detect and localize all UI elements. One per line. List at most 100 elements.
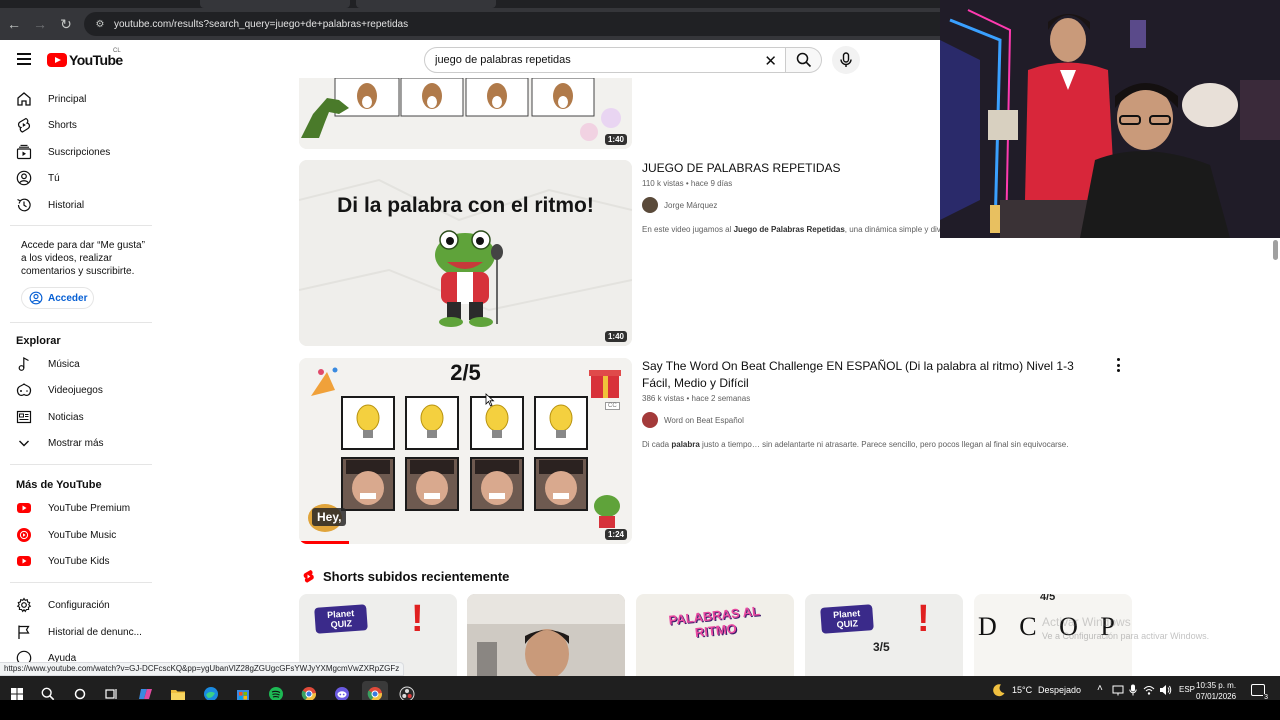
video-meta: 386 k vistas • hace 2 semanas <box>642 394 751 403</box>
scrollbar-thumb[interactable] <box>1273 240 1278 260</box>
chevron-up-icon[interactable]: ˄ <box>1097 683 1103 694</box>
signin-label: Acceder <box>48 292 88 304</box>
back-icon[interactable]: ← <box>2 12 26 36</box>
short-label: Planet QUIZ <box>820 604 874 634</box>
sidebar-item-label: Mostrar más <box>48 437 104 449</box>
notifications-icon[interactable]: 3 <box>1251 684 1269 701</box>
weather-moon-icon <box>993 684 1005 697</box>
voice-search-button[interactable] <box>832 46 860 74</box>
signin-button[interactable]: Acceder <box>21 287 94 309</box>
video-duration: 1:40 <box>604 331 627 342</box>
video-meta: 110 k vistas • hace 9 días <box>642 179 733 188</box>
video-title[interactable]: JUEGO DE PALABRAS REPETIDAS <box>642 160 922 177</box>
mouse-cursor-icon <box>485 393 495 407</box>
sidebar-item-label: YouTube Music <box>48 529 117 541</box>
sidebar-item-label: Configuración <box>48 599 110 611</box>
sidebar-item-historial[interactable]: Historial <box>16 192 152 218</box>
video-title[interactable]: Say The Word On Beat Challenge EN ESPAÑO… <box>642 358 1102 392</box>
sidebar-item-shorts[interactable]: Shorts <box>16 112 152 138</box>
video-description: En este video jugamos al Juego de Palabr… <box>642 225 961 234</box>
person-video-art <box>467 594 625 676</box>
video-thumbnail[interactable]: 2/5 Hey, CC 1:24 <box>299 358 632 544</box>
video-thumbnail[interactable]: Di la palabra con el ritmo! 1:40 <box>299 160 632 346</box>
short-thumbnail[interactable]: PALABRAS AL RITMO <box>636 594 794 676</box>
shorts-section-heading: Shorts subidos recientemente <box>302 569 509 584</box>
forward-icon[interactable]: → <box>28 12 52 36</box>
video-duration: 1:40 <box>604 134 627 145</box>
shorts-icon <box>16 117 32 133</box>
language-indicator[interactable]: ESP <box>1179 685 1195 694</box>
avatar <box>642 197 658 213</box>
sidebar-item-mostrar-mas[interactable]: Mostrar más <box>16 430 152 456</box>
signin-prompt: Accede para dar “Me gusta” a los videos,… <box>21 240 145 277</box>
video-channel[interactable]: Jorge Márquez <box>642 197 717 213</box>
video-channel[interactable]: Word on Beat Español <box>642 412 744 428</box>
search-box[interactable]: ✕ <box>424 47 786 73</box>
sidebar-item-musica[interactable]: Música <box>16 351 152 377</box>
reload-icon[interactable]: ↻ <box>54 12 78 36</box>
short-counter: 4/5 <box>1040 594 1056 603</box>
youtube-kids-icon <box>16 553 32 569</box>
youtube-logo[interactable]: YouTube CL <box>47 48 123 68</box>
short-thumbnail[interactable] <box>467 594 625 676</box>
frog-thumbnail-art <box>299 160 632 346</box>
menu-icon[interactable] <box>17 53 31 65</box>
search-input[interactable] <box>435 54 745 66</box>
search-button[interactable] <box>786 47 822 73</box>
sidebar-divider <box>10 225 152 226</box>
more-from-youtube-heading: Más de YouTube <box>16 479 102 491</box>
taskbar-clock[interactable]: 10:35 p. m. 07/01/2026 <box>1196 680 1236 702</box>
sidebar-item-tu[interactable]: Tú <box>16 165 152 191</box>
shorts-heading-text: Shorts subidos recientemente <box>323 569 510 584</box>
flag-icon <box>16 624 32 640</box>
microphone-icon <box>1129 684 1137 696</box>
gaming-icon <box>16 382 32 398</box>
subscriptions-icon <box>16 144 32 160</box>
browser-tab-active[interactable] <box>356 0 496 8</box>
sidebar-item-label: Suscripciones <box>48 146 111 158</box>
dogs-thumbnail-art <box>299 78 632 149</box>
clock-time: 10:35 p. m. <box>1196 681 1237 690</box>
youtube-music-icon <box>16 527 32 543</box>
short-thumbnail[interactable]: Planet QUIZ ! 3/5 <box>805 594 963 676</box>
logo-text: YouTube <box>69 52 123 68</box>
sidebar-item-label: Shorts <box>48 119 77 131</box>
channel-name: Word on Beat Español <box>664 415 744 425</box>
exclamation-icon: ! <box>917 598 930 640</box>
site-info-icon[interactable]: ⚙ <box>94 18 106 30</box>
windows-activation-title: Activar Windows <box>1042 615 1131 629</box>
sidebar-divider <box>10 464 152 465</box>
channel-name: Jorge Márquez <box>664 200 718 210</box>
sidebar-item-youtube-music[interactable]: YouTube Music <box>16 522 152 548</box>
sidebar-item-label: Música <box>48 358 80 370</box>
sidebar-item-videojuegos[interactable]: Videojuegos <box>16 377 152 403</box>
sidebar-item-youtube-premium[interactable]: YouTube Premium <box>16 495 152 521</box>
music-icon <box>16 356 32 372</box>
weather-condition[interactable]: Despejado <box>1038 685 1081 695</box>
windows-activation-text: Ve a Configuración para activar Windows. <box>1042 631 1210 641</box>
webcam-overlay <box>940 0 1280 238</box>
sidebar-item-youtube-kids[interactable]: YouTube Kids <box>16 548 152 574</box>
sidebar-item-historial-denuncias[interactable]: Historial de denunc... <box>16 619 152 645</box>
sidebar-item-configuracion[interactable]: Configuración <box>16 592 152 618</box>
avatar <box>642 412 658 428</box>
sidebar-item-noticias[interactable]: Noticias <box>16 404 152 430</box>
closed-captions-badge: CC <box>605 402 620 410</box>
youtube-play-icon <box>47 53 67 67</box>
sidebar-item-suscripciones[interactable]: Suscripciones <box>16 139 152 165</box>
page-scrollbar[interactable] <box>1270 238 1280 676</box>
youtube-premium-icon <box>16 500 32 516</box>
webcam-feed-art <box>940 0 1280 238</box>
sidebar-item-principal[interactable]: Principal <box>16 86 152 112</box>
more-options-icon[interactable] <box>1115 358 1121 372</box>
video-thumbnail[interactable]: 1:40 <box>299 78 632 149</box>
account-icon <box>29 291 43 305</box>
browser-tab[interactable] <box>200 0 350 8</box>
thumbnail-title-text: Di la palabra con el ritmo! <box>337 194 594 217</box>
short-counter: 3/5 <box>873 640 890 654</box>
speaker-icon <box>1160 685 1172 695</box>
clear-search-icon[interactable]: ✕ <box>764 52 777 70</box>
link-status-bar: https://www.youtube.com/watch?v=GJ-DCFcs… <box>0 662 405 676</box>
shorts-icon <box>303 570 314 583</box>
address-bar[interactable]: ⚙ youtube.com/results?search_query=juego… <box>84 12 964 36</box>
